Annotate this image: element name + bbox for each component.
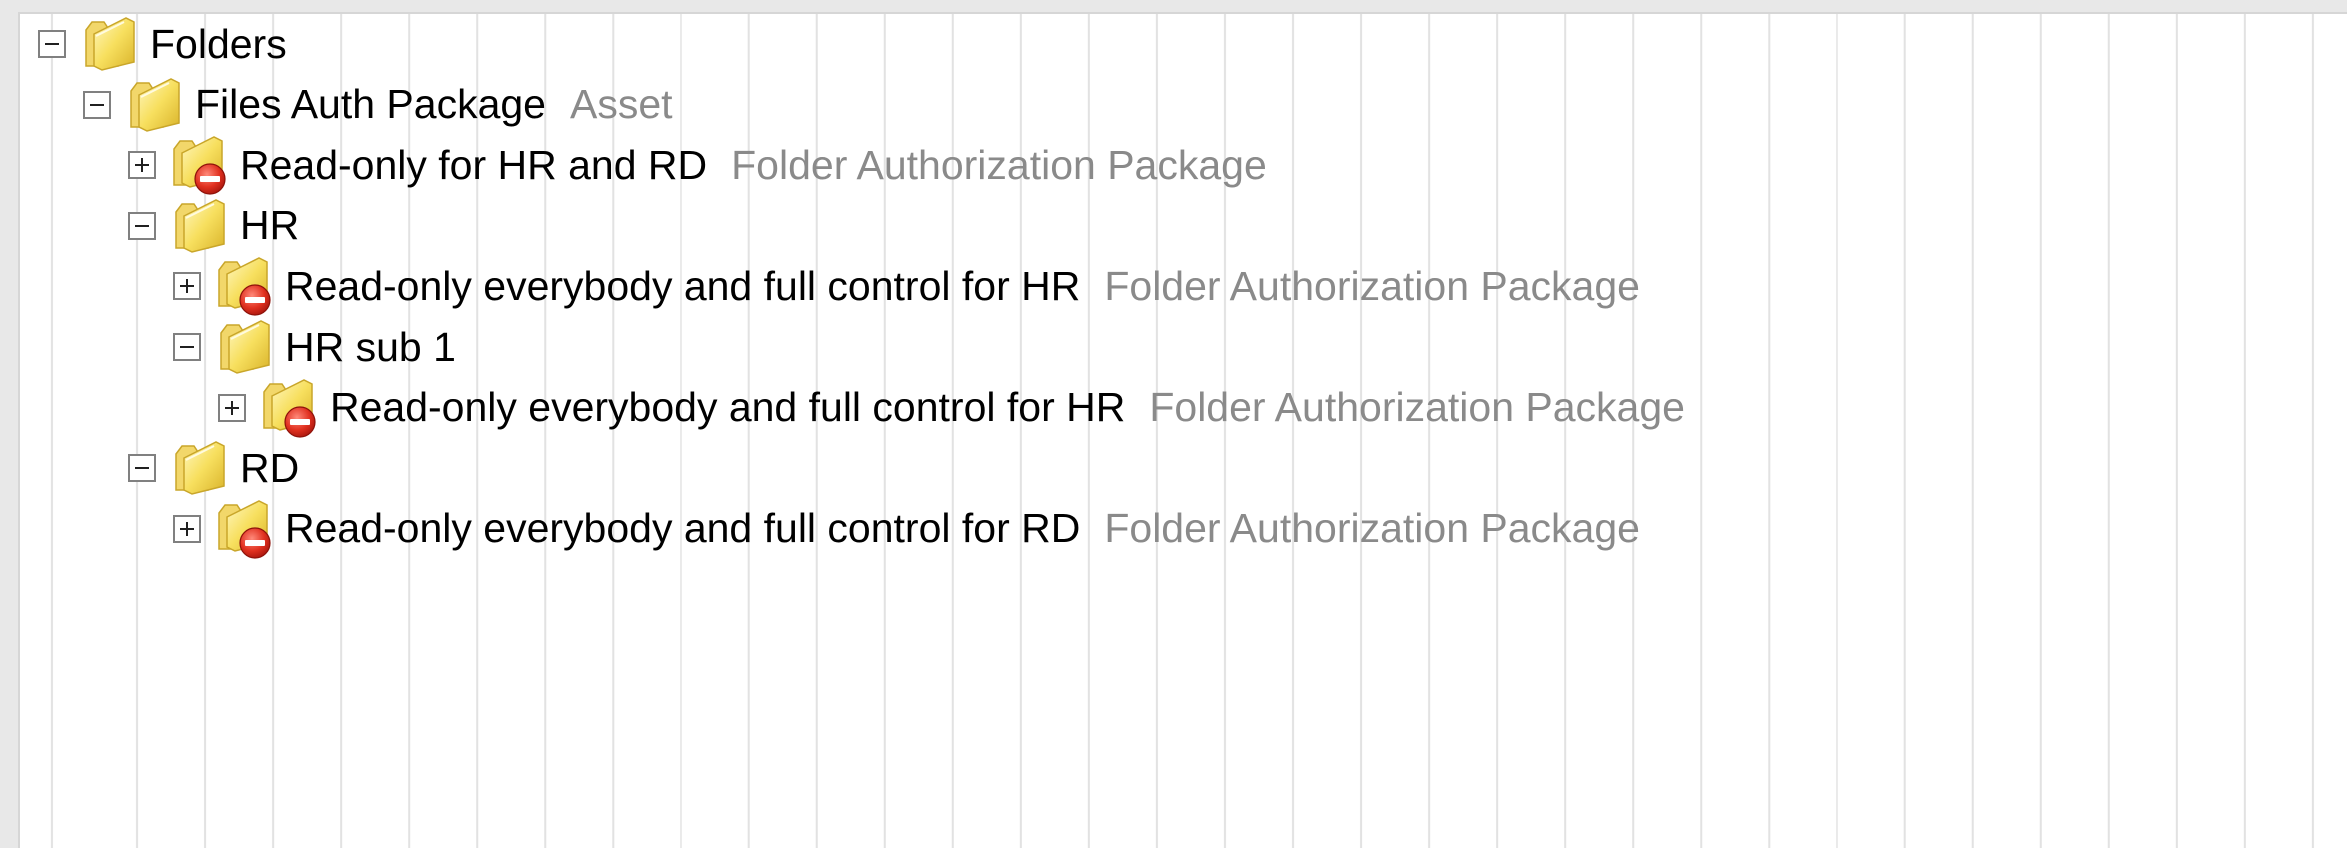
node-type: Folder Authorization Package <box>731 141 1267 188</box>
tree-panel: Folders Files Auth Package Asset Read-only … <box>18 12 2347 848</box>
expand-toggle-icon[interactable] <box>173 514 201 543</box>
node-label: RD <box>240 444 300 491</box>
node-label: Read-only everybody and full control for… <box>330 384 1126 431</box>
node-label: Read-only everybody and full control for… <box>285 262 1081 309</box>
collapse-toggle-icon[interactable] <box>128 454 156 483</box>
node-type: Folder Authorization Package <box>1104 505 1640 552</box>
collapse-toggle-icon[interactable] <box>173 333 201 361</box>
node-label: HR <box>240 202 300 249</box>
expand-toggle-icon[interactable] <box>173 272 201 301</box>
node-type: Folder Authorization Package <box>1149 384 1685 431</box>
tree-node[interactable]: Read-only everybody and full control for… <box>173 489 1640 569</box>
node-type: Asset <box>569 81 673 128</box>
folder-tree: Folders Files Auth Package Asset Read-only … <box>20 14 2347 848</box>
node-label: Read-only for HR and RD <box>240 141 708 188</box>
expand-toggle-icon[interactable] <box>218 393 246 422</box>
collapse-toggle-icon[interactable] <box>128 211 156 240</box>
node-label: Files Auth Package <box>195 81 546 128</box>
node-label: HR sub 1 <box>285 323 456 370</box>
collapse-toggle-icon[interactable] <box>83 90 111 119</box>
node-type: Folder Authorization Package <box>1104 262 1640 309</box>
tree-node[interactable]: Read-only everybody and full control for… <box>218 368 1685 448</box>
restricted-folder-icon <box>213 497 277 561</box>
collapse-toggle-icon[interactable] <box>38 30 66 58</box>
expand-toggle-icon[interactable] <box>128 151 156 180</box>
node-label: Folders <box>150 20 287 67</box>
node-label: Read-only everybody and full control for… <box>285 505 1081 552</box>
